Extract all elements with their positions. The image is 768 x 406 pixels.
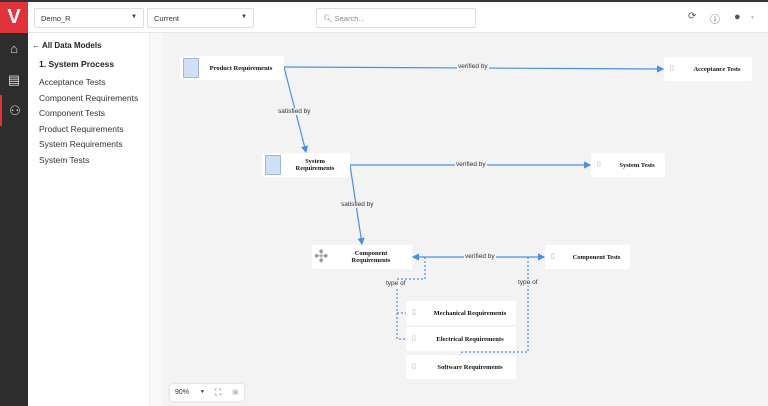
- node-component-requirements[interactable]: ✣ Component Requirements: [312, 245, 412, 269]
- minimap-icon[interactable]: ▣: [232, 388, 239, 396]
- edge-label: verified by: [464, 253, 496, 260]
- node-software-requirements[interactable]: ▯ Software Requirements: [406, 355, 516, 379]
- node-label: Acceptance Tests: [693, 65, 741, 73]
- edge-label: satisfied by: [340, 201, 375, 208]
- zoom-control: 90% ▼ ⛶ ▣: [170, 384, 244, 401]
- node-mechanical-requirements[interactable]: ▯ Mechanical Requirements: [406, 301, 516, 325]
- document-icon: ▯: [551, 252, 555, 260]
- chevron-down-icon[interactable]: ▼: [200, 389, 205, 395]
- node-acceptance-tests[interactable]: ▯ Acceptance Tests: [664, 57, 752, 81]
- diagram-edges: [283, 65, 665, 356]
- edge-label: type of: [385, 280, 407, 287]
- node-label: Software Requirements: [437, 363, 503, 371]
- document-icon: ▯: [412, 362, 416, 370]
- node-label: System Tests: [619, 161, 655, 169]
- document-icon: ▯: [412, 334, 416, 342]
- node-system-requirements[interactable]: System Requirements: [262, 153, 350, 177]
- node-component-tests[interactable]: ▯ Component Tests: [545, 245, 630, 269]
- node-electrical-requirements[interactable]: ▯ Electrical Requirements: [406, 327, 516, 351]
- node-label: Mechanical Requirements: [433, 309, 507, 317]
- node-label: Component Requirements: [351, 250, 391, 264]
- node-system-tests[interactable]: ▯ System Tests: [591, 153, 665, 177]
- node-label: Component Tests: [572, 253, 621, 261]
- node-label: Electrical Requirements: [436, 335, 504, 343]
- edge-label: verified by: [455, 161, 487, 168]
- edge-label: satisfied by: [277, 108, 312, 115]
- node-label: Product Requirements: [209, 64, 273, 72]
- document-icon: ▯: [412, 308, 416, 316]
- fit-screen-icon[interactable]: ⛶: [215, 387, 221, 398]
- edge-label: type of: [517, 279, 539, 286]
- node-label: System Requirements: [295, 158, 335, 172]
- user-document-icon: [183, 58, 199, 78]
- edge-label: verified by: [457, 63, 489, 70]
- document-icon: [265, 155, 281, 175]
- puzzle-icon: ✣: [314, 247, 329, 266]
- document-icon: ▯: [670, 64, 674, 72]
- document-icon: ▯: [597, 160, 601, 168]
- zoom-level-select[interactable]: 90%: [175, 389, 189, 396]
- node-product-requirements[interactable]: Product Requirements: [180, 56, 284, 80]
